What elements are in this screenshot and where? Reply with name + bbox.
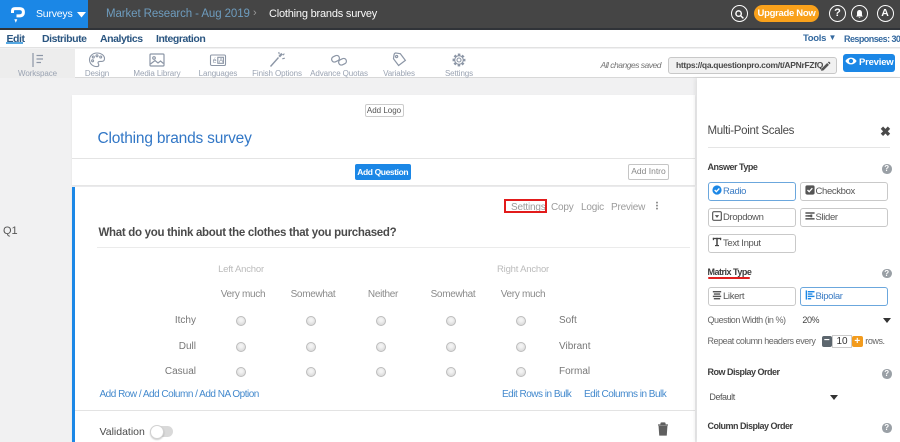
- svg-text:é: é: [213, 58, 217, 65]
- svg-text:A: A: [219, 57, 224, 64]
